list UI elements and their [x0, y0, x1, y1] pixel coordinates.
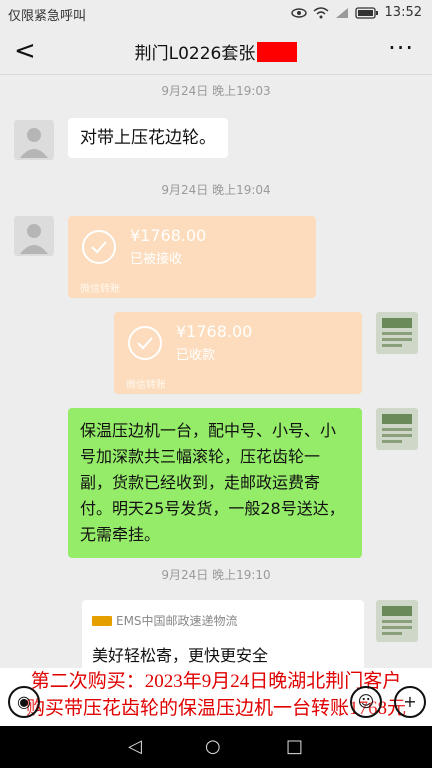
transfer-label: 微信转账 — [80, 284, 120, 295]
timestamp: 9月24日 晚上19:10 — [161, 568, 271, 582]
ems-card[interactable]: EMS中国邮政速递物流 美好轻松寄，更快更安全 — [82, 600, 364, 670]
chat-title: 荆门L0226套张 — [0, 39, 432, 64]
emoji-icon[interactable]: ☺ — [350, 686, 382, 718]
transfer-status: 已被接收 — [130, 252, 183, 267]
status-icons: 13:52 — [290, 5, 422, 20]
avatar[interactable] — [14, 216, 54, 256]
home-circle-icon[interactable]: ○ — [205, 736, 221, 757]
status-bar: 仅限紧急呼叫 13:52 — [0, 0, 432, 26]
carrier-text: 仅限紧急呼叫 — [8, 9, 87, 24]
ems-header: EMS中国邮政速递物流 — [92, 612, 238, 629]
check-icon — [82, 230, 116, 264]
avatar[interactable] — [376, 312, 418, 354]
avatar[interactable] — [376, 600, 418, 642]
timestamp: 9月24日 晚上19:03 — [161, 84, 271, 98]
wifi-icon — [313, 6, 328, 18]
battery-icon — [354, 6, 378, 19]
back-triangle-icon[interactable]: ◁ — [128, 736, 142, 757]
message-bubble[interactable]: 对带上压花边轮。 — [68, 118, 228, 158]
timestamp: 9月24日 晚上19:04 — [161, 183, 271, 197]
ems-logo-icon — [92, 615, 112, 626]
chat-header: < 荆门L0226套张 ··· — [0, 26, 432, 75]
transfer-label: 微信转账 — [126, 380, 166, 391]
voice-icon[interactable]: ◉ — [8, 686, 40, 718]
transfer-card[interactable]: ¥1768.00 已收款 微信转账 — [114, 312, 362, 394]
chat-title-text: 荆门L0226套张 — [134, 44, 256, 64]
avatar[interactable] — [376, 408, 418, 450]
transfer-amount: ¥1768.00 — [176, 322, 253, 341]
transfer-amount: ¥1768.00 — [130, 226, 207, 245]
ems-brand: EMS中国邮政速递物流 — [116, 614, 238, 628]
signal-icon — [335, 7, 348, 18]
plus-icon[interactable]: + — [394, 686, 426, 718]
system-nav-bar: ◁ ○ □ — [0, 726, 432, 768]
more-icon[interactable]: ··· — [388, 34, 414, 62]
clock: 13:52 — [384, 5, 422, 20]
eye-icon — [290, 7, 307, 18]
redaction-box — [257, 42, 298, 62]
avatar[interactable] — [14, 120, 54, 160]
ems-slogan: 美好轻松寄，更快更安全 — [92, 646, 269, 665]
check-icon — [128, 326, 162, 360]
message-bubble[interactable]: 保温压边机一台，配中号、小号、小号加深款共三幅滚轮，压花齿轮一副，货款已经收到，… — [68, 408, 362, 558]
transfer-status: 已收款 — [176, 348, 216, 363]
recents-square-icon[interactable]: □ — [286, 736, 303, 757]
transfer-card[interactable]: ¥1768.00 已被接收 微信转账 — [68, 216, 316, 298]
